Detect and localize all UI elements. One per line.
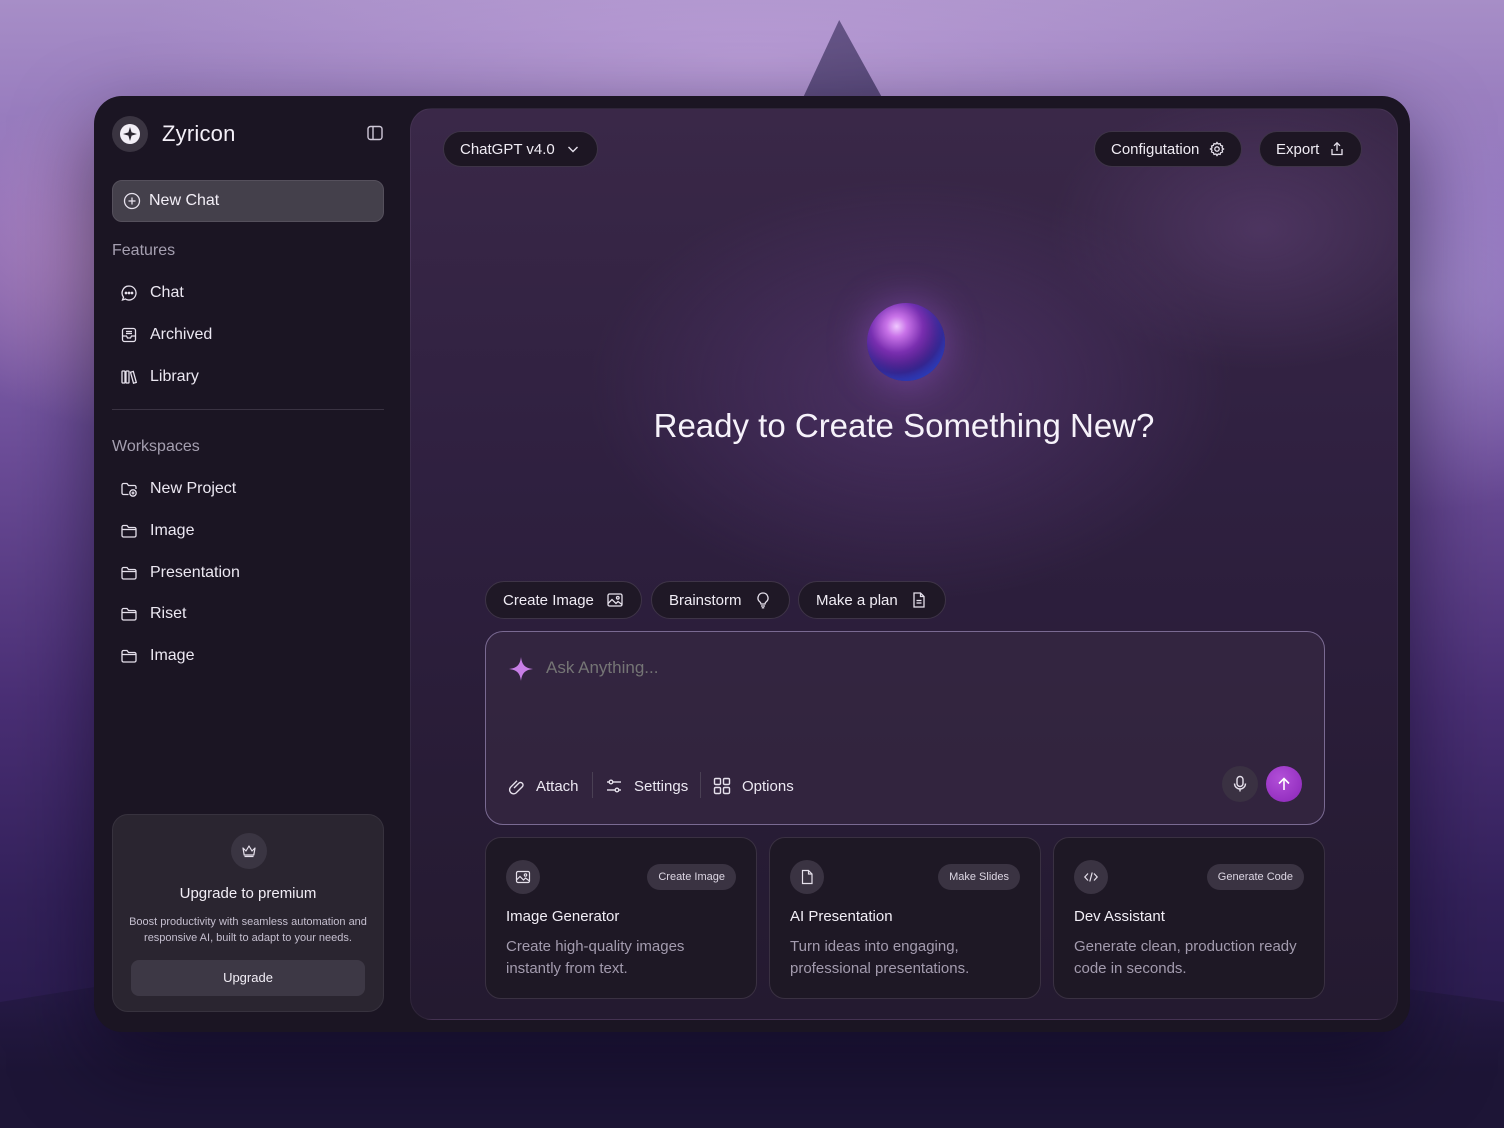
- feature-card-image-generator[interactable]: Create Image Image Generator Create high…: [485, 837, 757, 999]
- export-label: Export: [1276, 140, 1320, 158]
- sidebar-item-label: Riset: [150, 605, 187, 622]
- card-title: AI Presentation: [790, 908, 893, 925]
- file-icon: [790, 860, 824, 894]
- sidebar: Zyricon New Chat Features Chat Archived: [94, 96, 408, 1032]
- card-description: Generate clean, production ready code in…: [1074, 938, 1297, 977]
- logo-icon: [112, 116, 148, 152]
- brand: Zyricon: [112, 116, 236, 152]
- sidebar-item-chat[interactable]: Chat: [120, 281, 184, 305]
- sidebar-item-label: Presentation: [150, 564, 240, 581]
- feature-card-dev-assistant[interactable]: Generate Code Dev Assistant Generate cle…: [1053, 837, 1325, 999]
- card-title: Dev Assistant: [1074, 908, 1165, 925]
- microphone-button[interactable]: [1222, 766, 1258, 802]
- prompt-composer: Attach Settings Options: [485, 631, 1325, 825]
- feature-card-ai-presentation[interactable]: Make Slides AI Presentation Turn ideas i…: [769, 837, 1041, 999]
- configuration-button[interactable]: Configutation: [1094, 131, 1243, 167]
- folder-icon: [121, 566, 137, 580]
- sliders-icon: [607, 779, 621, 793]
- main-panel: ChatGPT v4.0 Configutation Export Ready …: [410, 108, 1398, 1020]
- document-icon: [913, 592, 925, 608]
- model-selector[interactable]: ChatGPT v4.0: [443, 131, 598, 167]
- library-icon: [121, 370, 138, 385]
- options-label: Options: [742, 777, 794, 795]
- toolbar-divider: [700, 772, 701, 798]
- grid-icon: [713, 777, 731, 795]
- archive-icon: [121, 327, 137, 343]
- crown-icon: [231, 833, 267, 869]
- new-chat-button[interactable]: New Chat: [112, 180, 384, 222]
- prompt-input[interactable]: [546, 658, 1146, 678]
- gear-icon: [1209, 141, 1225, 157]
- upgrade-button[interactable]: Upgrade: [131, 960, 365, 996]
- model-selector-label: ChatGPT v4.0: [460, 140, 555, 158]
- card-description: Create high-quality images instantly fro…: [506, 938, 685, 977]
- send-button[interactable]: [1266, 766, 1302, 802]
- options-button[interactable]: Options: [712, 774, 794, 798]
- configuration-label: Configutation: [1111, 140, 1200, 158]
- sidebar-divider: [112, 409, 384, 410]
- upgrade-card: Upgrade to premium Boost productivity wi…: [112, 814, 384, 1012]
- sparkle-icon: [509, 657, 533, 681]
- card-tag[interactable]: Make Slides: [938, 864, 1020, 890]
- quick-action-label: Create Image: [503, 591, 594, 609]
- arrow-up-icon: [1278, 777, 1290, 790]
- sidebar-item-archived[interactable]: Archived: [120, 323, 212, 347]
- sidebar-item-image[interactable]: Image: [120, 519, 194, 543]
- sidebar-item-label: Chat: [150, 284, 184, 301]
- sidebar-toggle-icon[interactable]: [366, 124, 384, 142]
- chat-bubble-icon: [121, 285, 137, 302]
- plus-circle-icon: [123, 192, 141, 210]
- sidebar-item-library[interactable]: Library: [120, 365, 199, 389]
- sidebar-item-new-project[interactable]: New Project: [120, 477, 236, 501]
- attach-label: Attach: [536, 777, 579, 795]
- quick-action-make-a-plan[interactable]: Make a plan: [798, 581, 946, 619]
- toolbar-divider: [592, 772, 593, 798]
- image-icon: [607, 593, 623, 607]
- card-tag[interactable]: Generate Code: [1206, 864, 1304, 890]
- code-icon: [1074, 860, 1108, 894]
- sidebar-item-riset[interactable]: Riset: [120, 602, 186, 626]
- sidebar-item-presentation[interactable]: Presentation: [120, 561, 240, 585]
- sidebar-item-label: Image: [150, 522, 195, 539]
- upgrade-description: Boost productivity with seamless automat…: [129, 916, 367, 944]
- folder-icon: [121, 649, 137, 663]
- app-window: Zyricon New Chat Features Chat Archived: [94, 96, 1410, 1032]
- microphone-icon: [1233, 775, 1247, 792]
- sidebar-item-image-2[interactable]: Image: [120, 644, 194, 668]
- card-description: Turn ideas into engaging, professional p…: [790, 938, 970, 977]
- folder-plus-icon: [121, 482, 137, 497]
- hero-headline: Ready to Create Something New?: [653, 407, 1155, 444]
- app-name: Zyricon: [162, 121, 236, 146]
- features-heading: Features: [112, 242, 176, 259]
- new-chat-label: New Chat: [149, 192, 220, 209]
- card-title: Image Generator: [506, 908, 620, 925]
- sidebar-item-label: New Project: [150, 480, 237, 497]
- ai-orb-icon: [867, 303, 945, 381]
- sidebar-item-label: Image: [150, 647, 195, 664]
- folder-icon: [121, 607, 137, 621]
- attach-button[interactable]: Attach: [506, 774, 579, 798]
- sidebar-item-label: Archived: [150, 326, 213, 343]
- quick-action-brainstorm[interactable]: Brainstorm: [651, 581, 790, 619]
- folder-icon: [121, 524, 137, 538]
- quick-action-label: Brainstorm: [669, 591, 742, 609]
- image-icon: [506, 860, 540, 894]
- quick-action-create-image[interactable]: Create Image: [485, 581, 642, 619]
- paperclip-icon: [508, 780, 524, 795]
- upgrade-title: Upgrade to premium: [179, 885, 317, 902]
- export-button[interactable]: Export: [1259, 131, 1363, 167]
- share-icon: [1331, 141, 1344, 156]
- settings-label: Settings: [634, 777, 689, 795]
- chevron-down-icon: [567, 146, 578, 153]
- card-tag[interactable]: Create Image: [647, 864, 736, 890]
- lightbulb-icon: [756, 592, 769, 609]
- sidebar-item-label: Library: [150, 368, 199, 385]
- workspaces-heading: Workspaces: [112, 438, 200, 455]
- quick-action-label: Make a plan: [816, 591, 898, 609]
- settings-button[interactable]: Settings: [604, 774, 688, 798]
